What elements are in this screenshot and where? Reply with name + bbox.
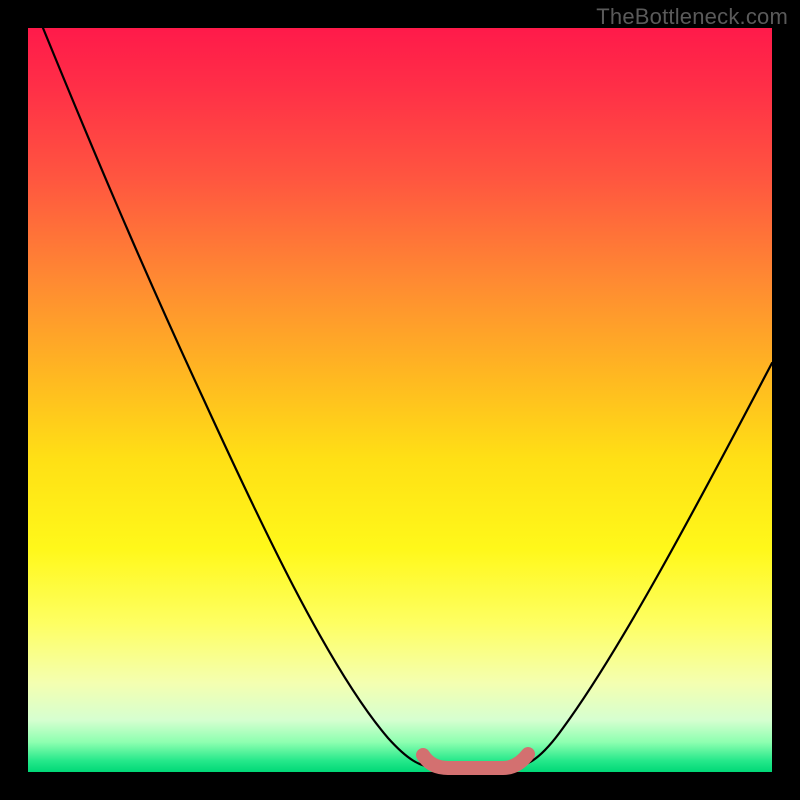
bottleneck-curve-path bbox=[43, 28, 772, 768]
watermark-text: TheBottleneck.com bbox=[596, 4, 788, 30]
flat-bottom-highlight bbox=[423, 754, 528, 768]
bottleneck-curve-svg bbox=[28, 28, 772, 772]
chart-plot-area bbox=[28, 28, 772, 772]
